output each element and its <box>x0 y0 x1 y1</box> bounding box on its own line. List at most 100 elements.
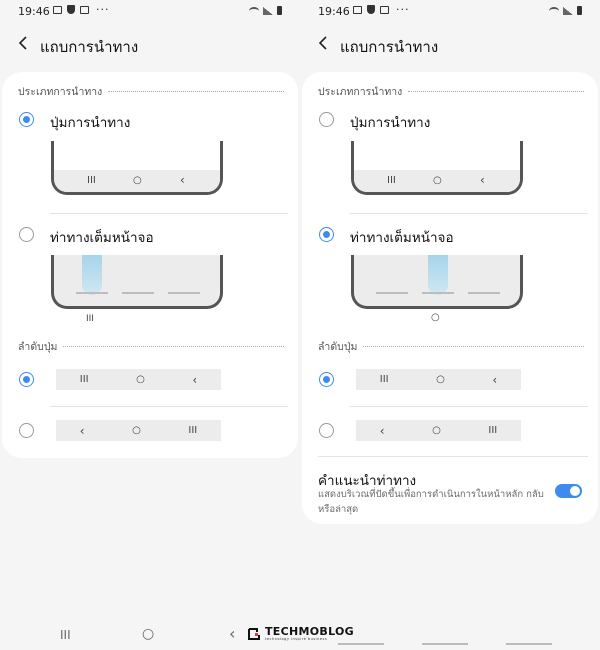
battery-icon <box>277 6 282 15</box>
home-icon[interactable]: ○ <box>142 626 154 642</box>
gestures-preview[interactable] <box>351 255 523 309</box>
wifi-icon <box>249 6 259 15</box>
gesture-bar <box>468 292 500 294</box>
gesture-bar-home[interactable] <box>422 643 468 645</box>
settings-card: ประเภทการนำทาง ปุ่มการนำทาง III ○ ‹ ท่าท… <box>302 72 598 524</box>
recent-apps-icon: III <box>188 425 198 436</box>
order-2-preview[interactable]: ‹ ○ III <box>56 420 221 441</box>
gestures-option-label[interactable]: ท่าทางเต็มหน้าจอ <box>350 226 454 248</box>
techmoblog-logo-icon <box>247 626 262 640</box>
back-icon: ‹ <box>379 423 385 438</box>
nav-type-header-label: ประเภทการนำทาง <box>18 86 103 98</box>
recent-apps-icon: III <box>488 425 498 436</box>
recent-apps-icon[interactable]: III <box>60 628 71 642</box>
gesture-hint-recent-icon: III <box>86 314 94 324</box>
shield-icon <box>67 5 75 14</box>
radio-gestures-option[interactable] <box>319 227 334 242</box>
signal-icon <box>263 6 273 15</box>
buttons-preview[interactable]: III ○ ‹ <box>51 141 223 195</box>
left-screen: 19:46 ··· แถบการนำทาง ประเภทการนำทาง ปุ่… <box>0 0 300 650</box>
home-icon: ○ <box>136 374 145 385</box>
settings-card: ประเภทการนำทาง ปุ่มการนำทาง III ○ ‹ ท่าท… <box>2 72 298 458</box>
radio-order-1[interactable] <box>319 372 334 387</box>
back-icon[interactable]: ‹ <box>229 624 235 643</box>
gallery-icon <box>353 5 362 14</box>
gesture-bar-back[interactable] <box>506 643 552 645</box>
order-2-preview[interactable]: ‹ ○ III <box>356 420 521 441</box>
buttons-option-label[interactable]: ปุ่มการนำทาง <box>50 111 130 133</box>
home-icon: ○ <box>432 425 441 436</box>
radio-buttons-option[interactable] <box>19 112 34 127</box>
recent-apps-icon: III <box>387 175 396 186</box>
gesture-bar <box>168 292 200 294</box>
back-icon: ‹ <box>192 372 198 387</box>
button-order-header-label: ลำดับปุ่ม <box>318 341 358 353</box>
shield-icon <box>367 5 375 14</box>
app-bar: แถบการนำทาง <box>300 30 600 58</box>
back-arrow-icon[interactable] <box>14 33 34 53</box>
signal-icon <box>563 6 573 15</box>
nav-type-header: ประเภทการนำทาง <box>318 83 584 100</box>
back-icon: ‹ <box>480 173 485 187</box>
gesture-bar <box>122 292 154 294</box>
gallery-icon <box>53 5 62 14</box>
app-bar: แถบการนำทาง <box>0 30 300 58</box>
gesture-hints-toggle[interactable] <box>555 484 582 498</box>
home-icon: ○ <box>133 175 142 186</box>
order-1-preview[interactable]: III ○ ‹ <box>356 369 521 390</box>
nav-type-header: ประเภทการนำทาง <box>18 83 284 100</box>
techmoblog-logo: TECHMOBLOG technology inspire business <box>247 625 354 641</box>
screenshot-icon <box>380 5 389 14</box>
status-time: 19:46 <box>318 5 350 18</box>
status-time: 19:46 <box>18 5 50 18</box>
battery-icon <box>577 6 582 15</box>
gesture-bar <box>76 292 108 294</box>
divider <box>318 456 588 457</box>
recent-apps-icon: III <box>87 175 96 186</box>
radio-order-1[interactable] <box>19 372 34 387</box>
swipe-highlight <box>428 255 448 295</box>
more-notifications-icon: ··· <box>96 2 110 16</box>
gestures-option-label[interactable]: ท่าทางเต็มหน้าจอ <box>50 226 154 248</box>
gesture-bar-recent[interactable] <box>338 643 384 645</box>
logo-tagline: technology inspire business <box>265 637 328 641</box>
back-icon: ‹ <box>79 423 85 438</box>
wifi-icon <box>549 6 559 15</box>
gesture-bar <box>422 292 454 294</box>
gesture-hints-description: แสดงบริเวณที่ปัดขึ้นเพื่อการดำเนินการในห… <box>318 489 544 515</box>
status-bar: 19:46 ··· <box>0 0 300 24</box>
buttons-option-label[interactable]: ปุ่มการนำทาง <box>350 111 430 133</box>
back-icon: ‹ <box>492 372 498 387</box>
page-title: แถบการนำทาง <box>40 38 139 56</box>
buttons-preview[interactable]: III ○ ‹ <box>351 141 523 195</box>
swipe-highlight <box>82 255 102 295</box>
gesture-bar <box>376 292 408 294</box>
radio-gestures-option[interactable] <box>19 227 34 242</box>
button-order-header: ลำดับปุ่ม <box>318 338 584 355</box>
nav-type-header-label: ประเภทการนำทาง <box>318 86 403 98</box>
recent-apps-icon: III <box>79 374 89 385</box>
more-notifications-icon: ··· <box>396 2 410 16</box>
page-title: แถบการนำทาง <box>340 38 439 56</box>
screenshot-icon <box>80 5 89 14</box>
radio-order-2[interactable] <box>19 423 34 438</box>
recent-apps-icon: III <box>379 374 389 385</box>
divider <box>350 406 588 407</box>
home-icon: ○ <box>132 425 141 436</box>
button-order-header-label: ลำดับปุ่ม <box>18 341 58 353</box>
home-icon: ○ <box>433 175 442 186</box>
divider <box>50 406 288 407</box>
gesture-hint-home-icon: ○ <box>431 312 440 323</box>
radio-buttons-option[interactable] <box>319 112 334 127</box>
divider <box>50 213 288 214</box>
back-arrow-icon[interactable] <box>314 33 334 53</box>
gestures-preview[interactable] <box>51 255 223 309</box>
order-1-preview[interactable]: III ○ ‹ <box>56 369 221 390</box>
divider <box>350 213 588 214</box>
back-icon: ‹ <box>180 173 185 187</box>
radio-order-2[interactable] <box>319 423 334 438</box>
status-bar: 19:46 ··· <box>300 0 600 24</box>
right-screen: 19:46 ··· แถบการนำทาง ประเภทการนำทาง ปุ่… <box>300 0 600 650</box>
button-order-header: ลำดับปุ่ม <box>18 338 284 355</box>
home-icon: ○ <box>436 374 445 385</box>
